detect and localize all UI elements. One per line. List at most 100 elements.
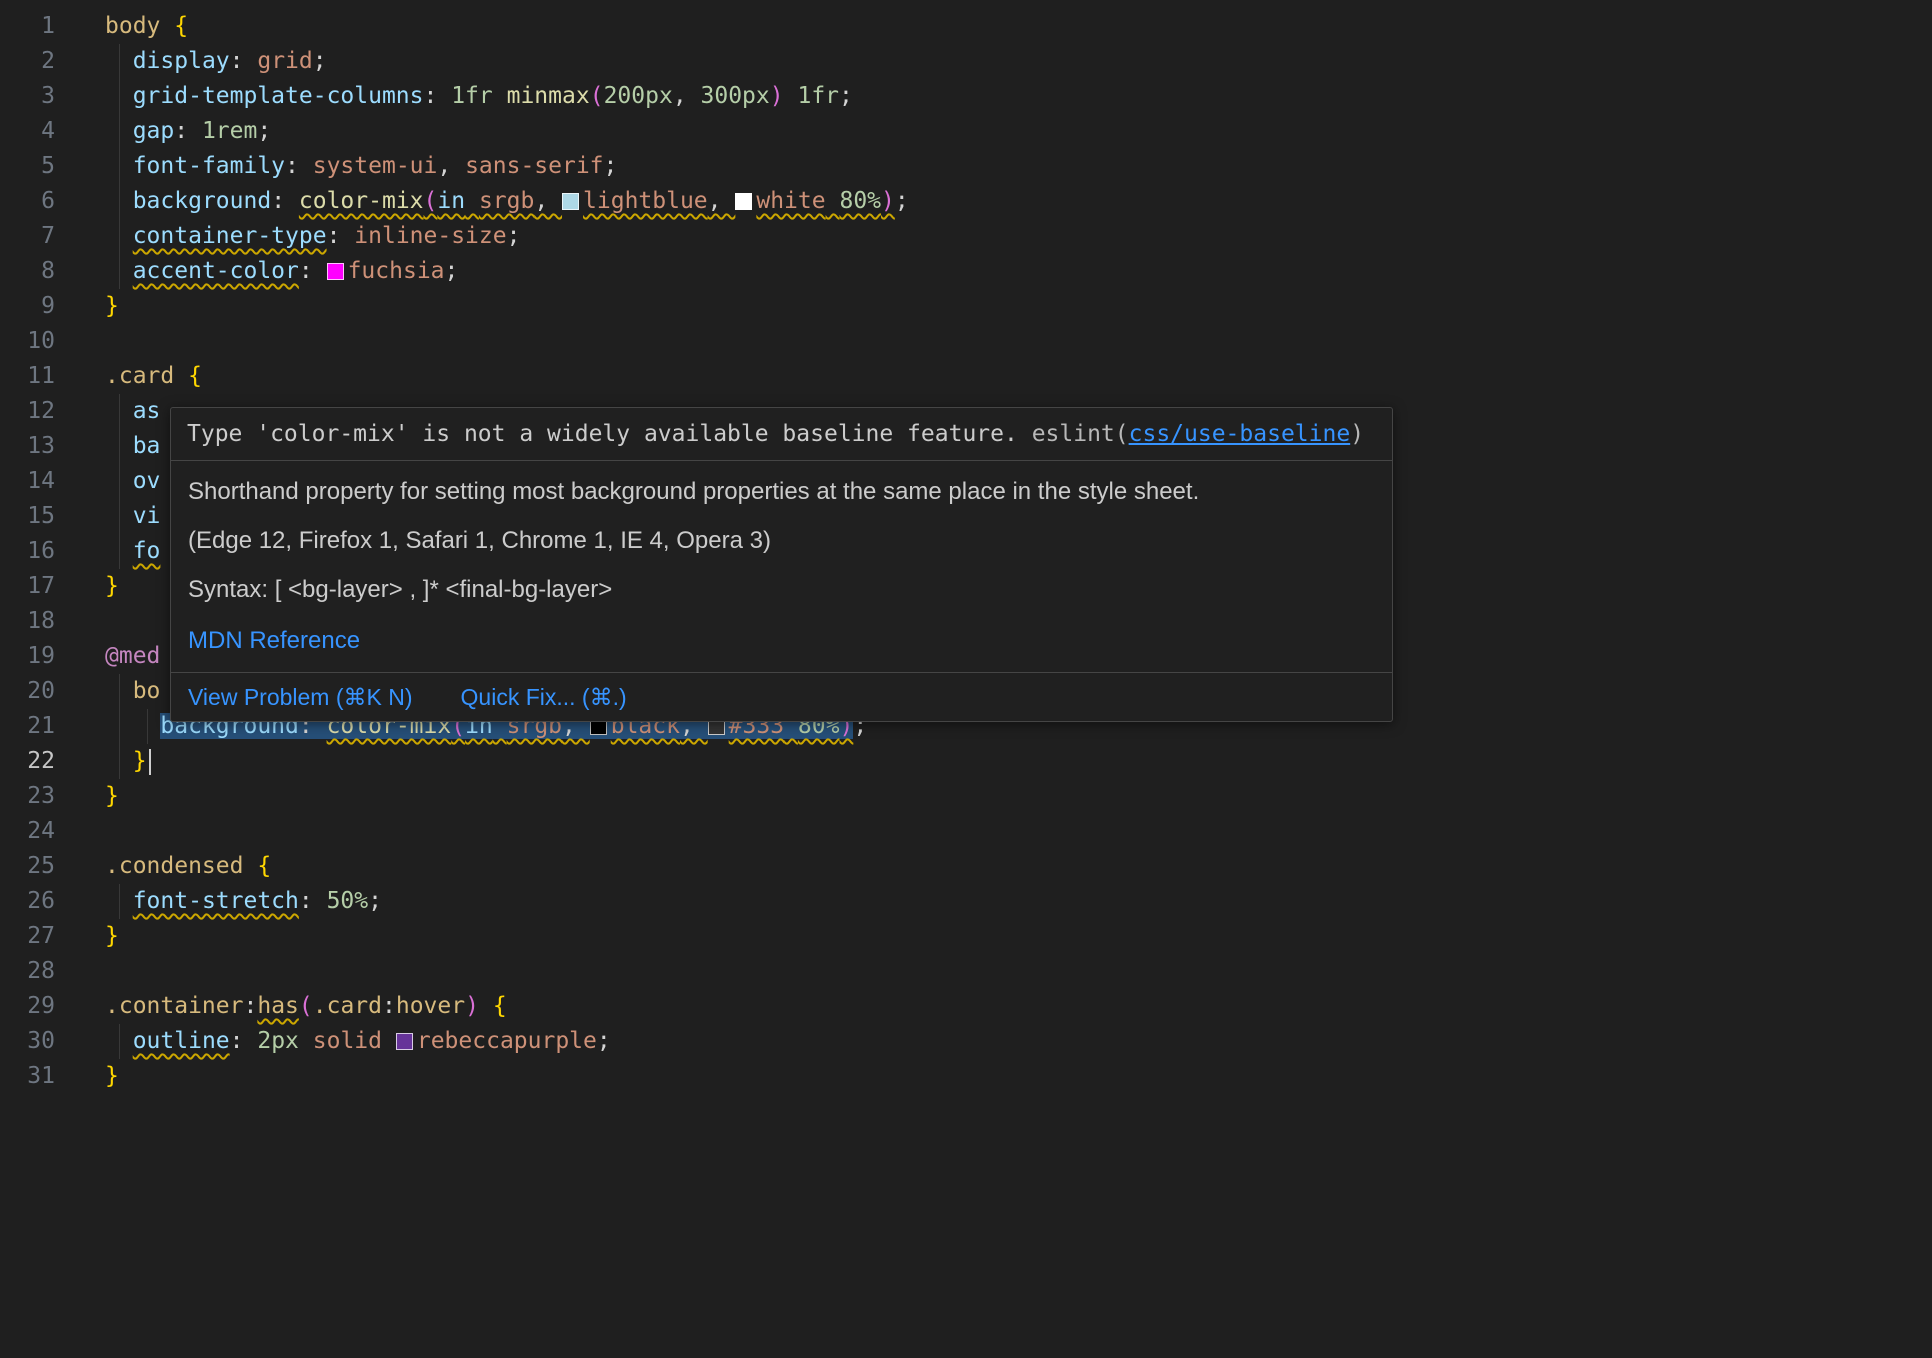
indent-guide: [119, 219, 120, 254]
code-line-content: }: [55, 779, 119, 814]
line-number[interactable]: 16: [0, 534, 55, 569]
line-number[interactable]: 1: [0, 9, 55, 44]
line-number[interactable]: 15: [0, 499, 55, 534]
indent-guide: [119, 149, 120, 184]
code-token: :: [299, 888, 327, 914]
view-problem-action[interactable]: View Problem (⌘K N): [188, 684, 413, 710]
code-line-content: }: [55, 744, 151, 779]
line-number[interactable]: 31: [0, 1059, 55, 1094]
line-number[interactable]: 18: [0, 604, 55, 639]
color-swatch[interactable]: [735, 193, 752, 210]
code-line[interactable]: 28: [0, 954, 1932, 989]
code-line[interactable]: 5 font-family: system-ui, sans-serif;: [0, 149, 1932, 184]
line-number[interactable]: 20: [0, 674, 55, 709]
color-swatch[interactable]: [396, 1033, 413, 1050]
code-token: background: [133, 188, 271, 214]
code-span: : 2px solid rebeccapurple;: [230, 1028, 611, 1054]
code-token: .condensed: [105, 853, 243, 879]
code-line-content: bo: [55, 674, 160, 709]
code-token: 1fr: [797, 83, 839, 109]
line-number[interactable]: 21: [0, 709, 55, 744]
line-number[interactable]: 22: [0, 744, 55, 779]
code-token: vi: [133, 503, 161, 529]
line-number[interactable]: 4: [0, 114, 55, 149]
code-line[interactable]: 27}: [0, 919, 1932, 954]
code-token: ;: [445, 258, 459, 284]
code-token: ;: [257, 118, 271, 144]
line-number[interactable]: 13: [0, 429, 55, 464]
code-token: [160, 13, 174, 39]
code-token: [105, 713, 160, 739]
code-line-content: font-stretch: 50%;: [55, 884, 382, 919]
docs-syntax: Syntax: [ <bg-layer> , ]* <final-bg-laye…: [188, 575, 1375, 605]
line-number[interactable]: 26: [0, 884, 55, 919]
line-number[interactable]: 24: [0, 814, 55, 849]
line-number[interactable]: 7: [0, 219, 55, 254]
line-number[interactable]: 10: [0, 324, 55, 359]
code-line[interactable]: 3 grid-template-columns: 1fr minmax(200p…: [0, 79, 1932, 114]
line-number[interactable]: 5: [0, 149, 55, 184]
code-line[interactable]: 1body {: [0, 9, 1932, 44]
code-token: [479, 993, 493, 1019]
code-line[interactable]: 30 outline: 2px solid rebeccapurple;: [0, 1024, 1932, 1059]
line-number[interactable]: 19: [0, 639, 55, 674]
code-token: white: [756, 188, 825, 214]
line-number[interactable]: 9: [0, 289, 55, 324]
mdn-reference-link[interactable]: MDN Reference: [188, 626, 360, 656]
code-line[interactable]: 10: [0, 324, 1932, 359]
code-token: {: [257, 853, 271, 879]
line-number[interactable]: 11: [0, 359, 55, 394]
line-number[interactable]: 2: [0, 44, 55, 79]
code-line[interactable]: 25 .condensed {: [0, 849, 1932, 884]
code-line-content: accent-color: fuchsia;: [55, 254, 458, 289]
code-line[interactable]: 2 display: grid;: [0, 44, 1932, 79]
line-number[interactable]: 25: [0, 849, 55, 884]
line-number[interactable]: 28: [0, 954, 55, 989]
code-line[interactable]: 9}: [0, 289, 1932, 324]
code-line-content: gap: 1rem;: [55, 114, 271, 149]
line-number[interactable]: 14: [0, 464, 55, 499]
indent-guide: [119, 394, 120, 429]
code-span: : inline-size;: [327, 223, 521, 249]
color-swatch[interactable]: [562, 193, 579, 210]
code-line-content: container-type: inline-size;: [55, 219, 520, 254]
line-number[interactable]: 6: [0, 184, 55, 219]
line-number[interactable]: 17: [0, 569, 55, 604]
code-token: :: [327, 223, 355, 249]
warning-squiggle-span: has: [257, 993, 299, 1019]
diagnostic-row: Type 'color-mix' is not a widely availab…: [171, 408, 1392, 460]
code-token: ov: [133, 468, 161, 494]
quick-fix-action[interactable]: Quick Fix... (⌘.): [461, 684, 627, 710]
code-line[interactable]: 8 accent-color: fuchsia;: [0, 254, 1932, 289]
code-span: ov: [105, 468, 160, 494]
line-number[interactable]: 12: [0, 394, 55, 429]
color-swatch[interactable]: [327, 263, 344, 280]
indent-guide: [147, 709, 148, 744]
code-token: 50%: [327, 888, 369, 914]
line-number[interactable]: 27: [0, 919, 55, 954]
line-number[interactable]: 30: [0, 1024, 55, 1059]
code-line[interactable]: 22 }: [0, 744, 1932, 779]
diagnostic-rule-link[interactable]: css/use-baseline: [1129, 421, 1351, 447]
code-line[interactable]: 11.card {: [0, 359, 1932, 394]
code-line[interactable]: 24: [0, 814, 1932, 849]
code-token: :: [230, 1028, 258, 1054]
code-span: (.card:hover) {: [299, 993, 507, 1019]
line-number[interactable]: 29: [0, 989, 55, 1024]
line-number[interactable]: 8: [0, 254, 55, 289]
code-line[interactable]: 7 container-type: inline-size;: [0, 219, 1932, 254]
code-line[interactable]: 29 .container:has(.card:hover) {: [0, 989, 1932, 1024]
code-span: .container:: [105, 993, 257, 1019]
code-line[interactable]: 23}: [0, 779, 1932, 814]
code-line[interactable]: 31}: [0, 1059, 1932, 1094]
code-token: :: [285, 153, 313, 179]
line-number[interactable]: 23: [0, 779, 55, 814]
code-token: }: [105, 923, 119, 949]
code-line[interactable]: 6 background: color-mix(in srgb, lightbl…: [0, 184, 1932, 219]
code-line[interactable]: 4 gap: 1rem;: [0, 114, 1932, 149]
code-line[interactable]: 26 font-stretch: 50%;: [0, 884, 1932, 919]
code-line-content: [55, 954, 105, 989]
code-token: [784, 83, 798, 109]
line-number[interactable]: 3: [0, 79, 55, 114]
warning-squiggle-span: color-mix(in srgb, lightblue, white 80%): [299, 188, 895, 214]
